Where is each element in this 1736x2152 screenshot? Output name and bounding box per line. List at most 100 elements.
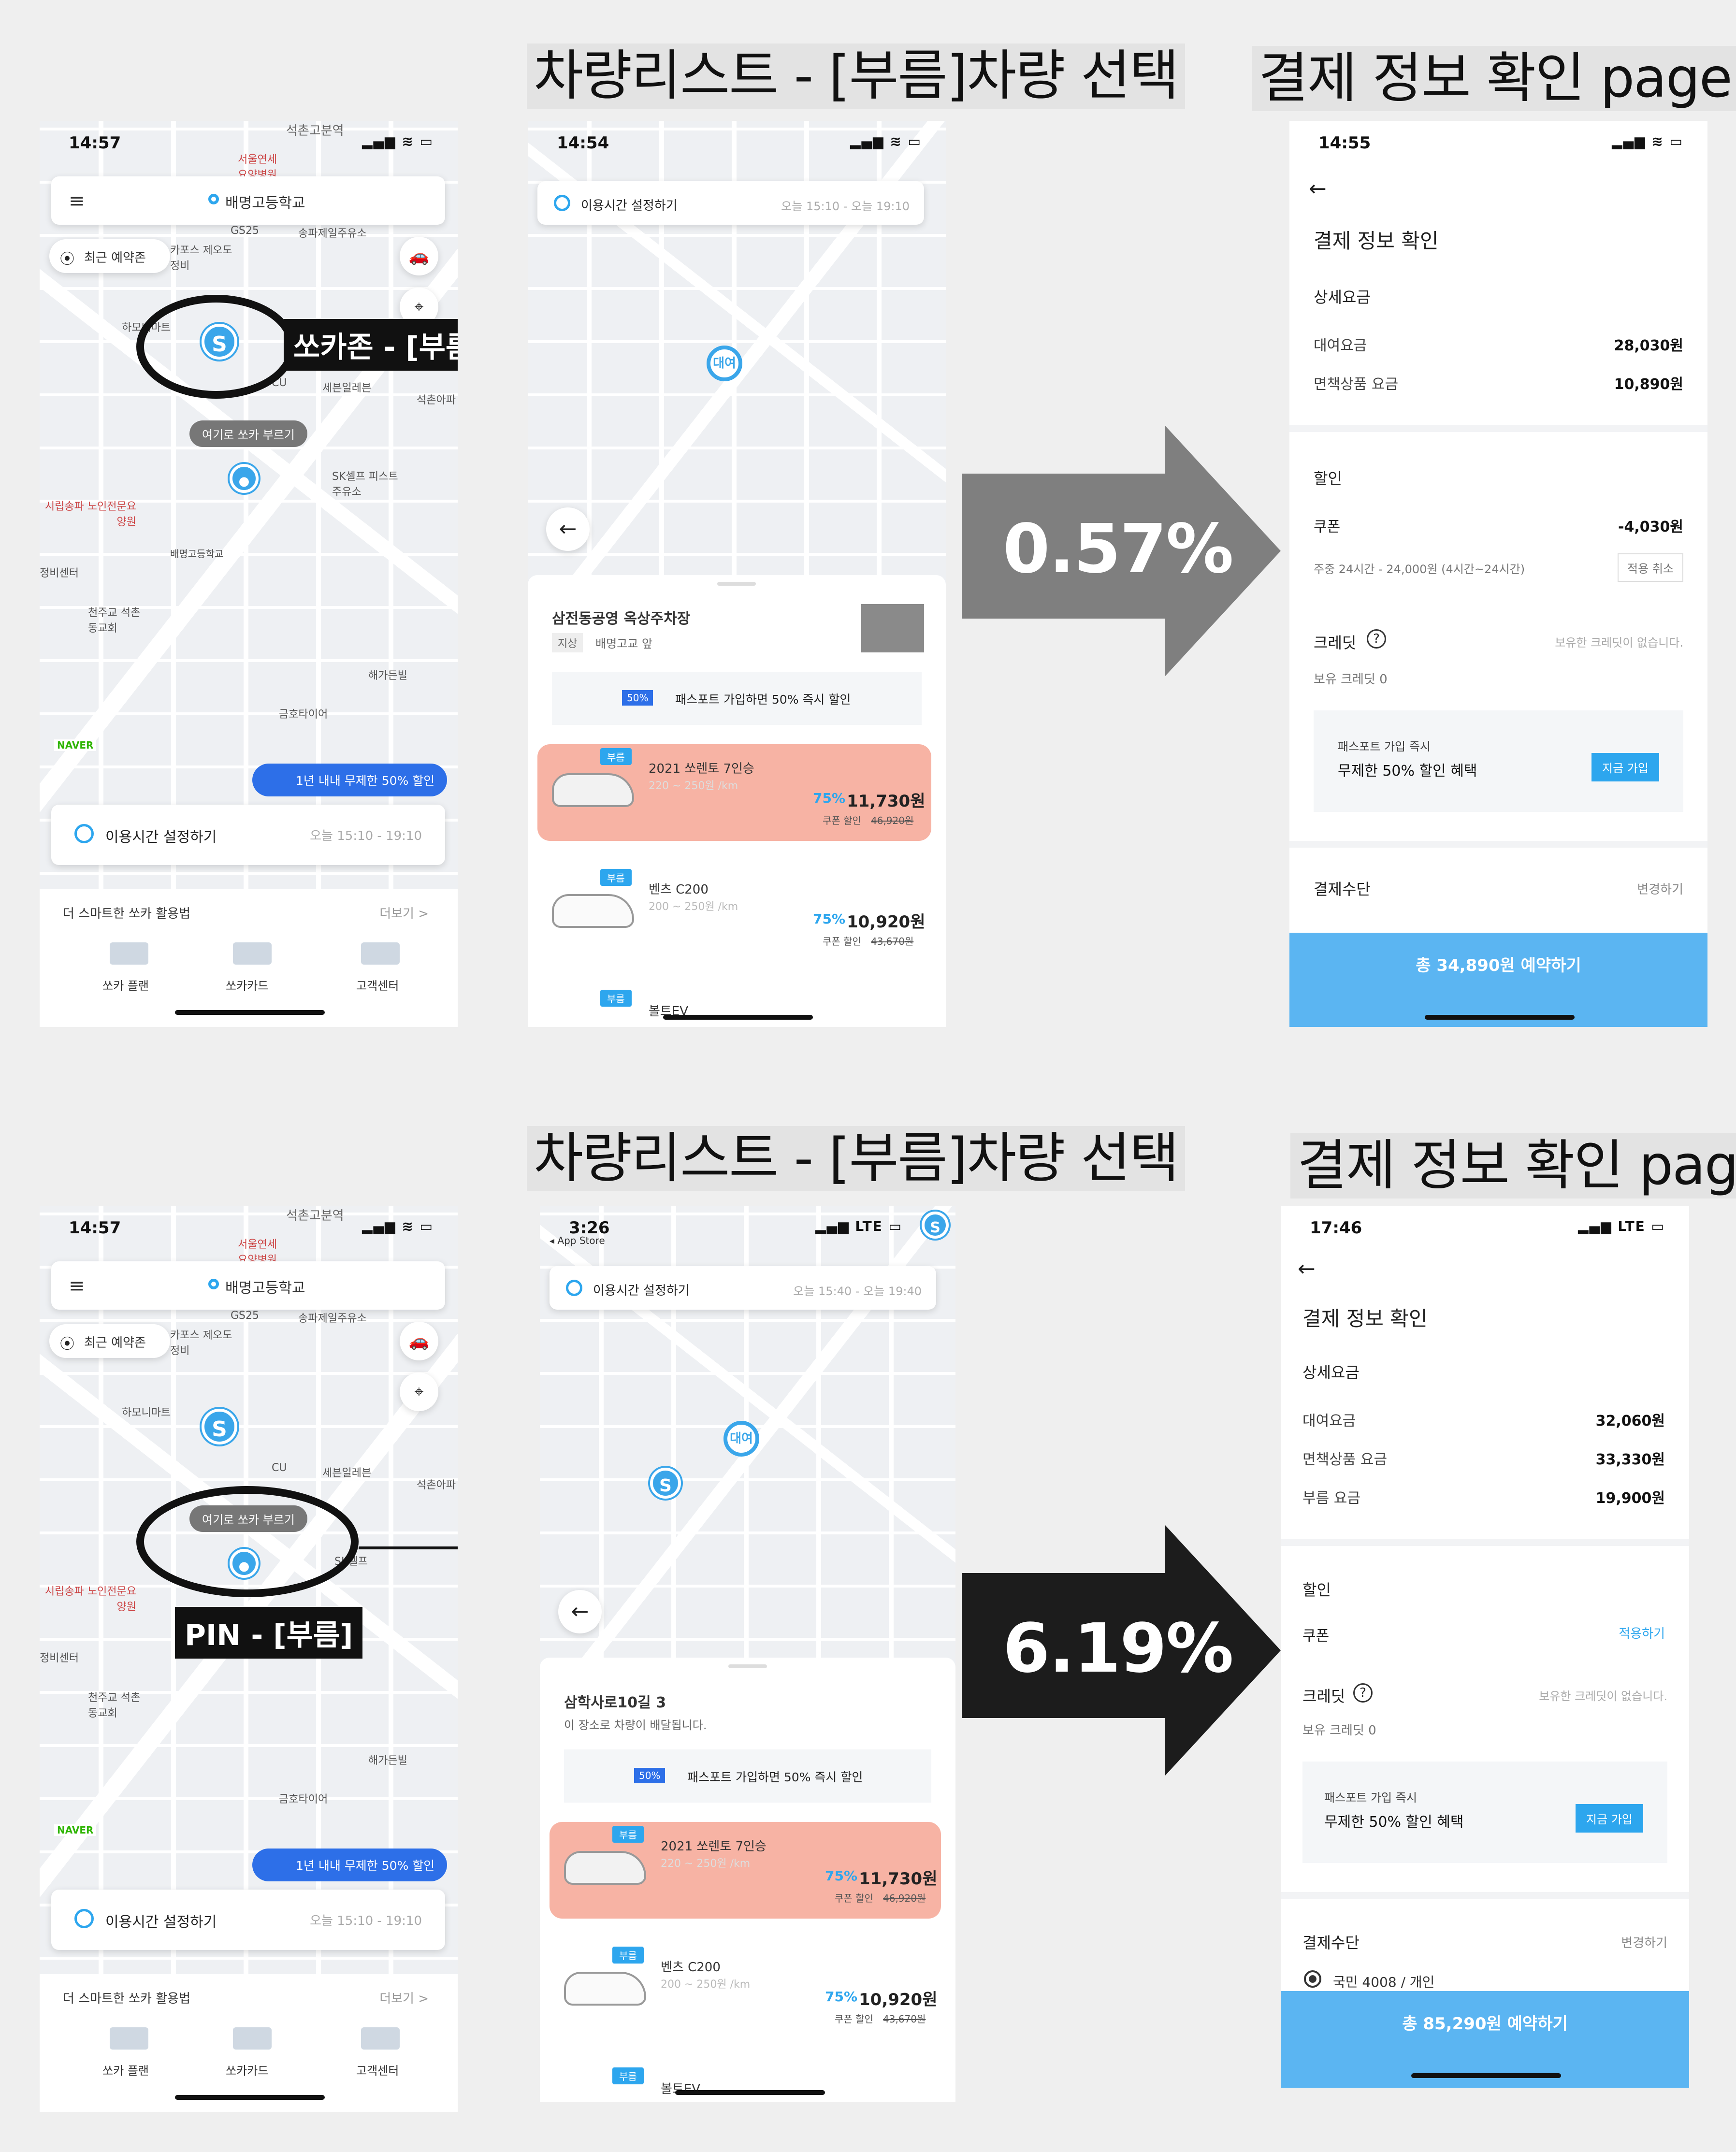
locate-me-button[interactable]: ⌖ <box>400 1372 438 1411</box>
back-to-app-store[interactable]: ◂ App Store <box>550 1235 605 1246</box>
join-now-button[interactable]: 지금 가입 <box>1591 753 1659 781</box>
join-now-button[interactable]: 지금 가입 <box>1576 1804 1643 1833</box>
car-name: 벤츠 C200 <box>649 882 709 897</box>
back-arrow-icon[interactable]: ← <box>1309 176 1327 201</box>
car-row[interactable]: 부름 볼트EV <box>550 2064 941 2102</box>
car-row-highlighted[interactable]: 부름 2021 쏘렌토 7인승 220 ~ 250원 /km 75% 11,73… <box>537 744 931 841</box>
pass-text: 패스포트 가입하면 50% 즉시 할인 <box>675 693 851 707</box>
car-image <box>552 894 634 928</box>
pass-banner[interactable]: 50% 패스포트 가입하면 50% 즉시 할인 <box>564 1749 931 1803</box>
usage-label: 이용시간 설정하기 <box>105 1914 217 1931</box>
map-label: 카포스 제오도정비 <box>170 245 232 272</box>
location-dot-icon <box>208 1279 219 1289</box>
divider <box>1289 841 1707 848</box>
menu-card[interactable]: 쏘카카드 <box>226 2061 268 2078</box>
sheet-handle[interactable] <box>717 582 756 586</box>
back-arrow-icon[interactable]: ← <box>1298 1257 1316 1281</box>
sheet-handle[interactable] <box>728 1664 767 1668</box>
map-label: 송파제일주유소 <box>298 228 367 240</box>
search-bar[interactable]: ≡ 배명고등학교 <box>51 1261 445 1310</box>
socar-zone-pin[interactable]: S <box>202 324 237 360</box>
promo-banner[interactable]: 1년 내내 무제한 50% 할인 <box>252 764 448 796</box>
reserve-button[interactable]: 총 34,890원 예약하기 <box>1289 933 1707 1027</box>
usage-time-bar[interactable]: 이용시간 설정하기 오늘 15:10 - 19:10 <box>51 805 445 865</box>
hamburger-icon[interactable]: ≡ <box>69 1275 85 1297</box>
coupon-cancel-button[interactable]: 적용 취소 <box>1618 553 1683 582</box>
credit-label: 크레딧 <box>1302 1687 1345 1705</box>
call-tag: 부름 <box>612 2067 644 2084</box>
car-list-screen-bottom: 3:26 ▂▄▆ LTE ▭ ◂ App Store S 이용시간 설정하기 오늘… <box>540 1206 955 2102</box>
callout-oval <box>136 1486 359 1597</box>
hamburger-icon[interactable]: ≡ <box>69 190 85 212</box>
chat-icon[interactable] <box>361 2027 400 2050</box>
car-name: 2021 쏘렌토 7인승 <box>649 762 754 776</box>
pass-title: 패스포트 가입 즉시 <box>1338 740 1431 753</box>
home-indicator <box>175 2095 325 2100</box>
callout-label: PIN - [부름] <box>175 1607 363 1659</box>
call-pin[interactable]: ● <box>230 464 259 493</box>
change-method-link[interactable]: 변경하기 <box>1637 880 1683 897</box>
back-button[interactable]: ← <box>558 1590 602 1633</box>
search-bar[interactable]: ≡ 배명고등학교 <box>51 176 445 225</box>
call-here-pill[interactable]: 여기로 쏘카 부르기 <box>189 1505 307 1532</box>
car-row[interactable]: 부름 벤츠 C200 200 ~ 250원 /km 75% 10,920원 쿠폰… <box>550 1943 941 2039</box>
promo-banner[interactable]: 1년 내내 무제한 50% 할인 <box>252 1849 448 1881</box>
radio-selected-icon[interactable] <box>1304 1970 1321 1988</box>
rental-pin[interactable]: 대여 <box>723 1421 759 1457</box>
back-button[interactable]: ← <box>546 507 590 551</box>
usage-time-bar[interactable]: 이용시간 설정하기 오늘 15:10 - 오늘 19:10 <box>537 181 924 225</box>
smart-title: 더 스마트한 쏘카 활용법 <box>63 907 190 921</box>
help-icon[interactable]: ? <box>1353 1683 1373 1703</box>
recent-button[interactable]: ⦿ 최근 예약존 <box>49 239 170 273</box>
price: 11,730원 <box>847 792 926 811</box>
menu-card[interactable]: 쏘카카드 <box>226 976 268 993</box>
section-detail: 상세요금 <box>1302 1363 1360 1382</box>
call-here-pill[interactable]: 여기로 쏘카 부르기 <box>189 420 307 447</box>
section-discount: 할인 <box>1314 469 1342 488</box>
heading-pay-top: 결제 정보 확인 page <box>1252 46 1736 112</box>
car-image <box>564 1972 646 2006</box>
place-name: 삼전동공영 옥상주차장 <box>552 610 691 627</box>
menu-support[interactable]: 고객센터 <box>356 976 399 993</box>
car-row[interactable]: 부름 벤츠 C200 200 ~ 250원 /km 75% 10,920원 쿠폰… <box>537 865 931 962</box>
car-row-highlighted[interactable]: 부름 2021 쏘렌토 7인승 220 ~ 250원 /km 75% 11,73… <box>550 1822 941 1919</box>
usage-time: 오늘 15:40 - 오늘 19:40 <box>793 1285 922 1298</box>
usage-time-bar[interactable]: 이용시간 설정하기 오늘 15:10 - 19:10 <box>51 1890 445 1950</box>
card-label[interactable]: 국민 4008 / 개인 <box>1333 1972 1434 1991</box>
rental-pin[interactable]: 대여 <box>707 346 742 381</box>
pass-banner[interactable]: 50% 패스포트 가입하면 50% 즉시 할인 <box>552 672 922 725</box>
car-search-button[interactable]: 🚗 <box>400 237 438 275</box>
coupon-label: 쿠폰 할인 <box>835 1892 873 1904</box>
car-search-button[interactable]: 🚗 <box>400 1322 438 1360</box>
socar-zone-pin[interactable]: S <box>202 1409 237 1444</box>
call-pin[interactable]: ● <box>230 1549 259 1578</box>
more-link[interactable]: 더보기 > <box>379 904 429 922</box>
smart-title: 더 스마트한 쏘카 활용법 <box>63 1992 190 2006</box>
more-link[interactable]: 더보기 > <box>379 1989 429 2007</box>
usage-time-bar[interactable]: 이용시간 설정하기 오늘 15:40 - 오늘 19:40 <box>550 1266 936 1310</box>
socar-zone-pin[interactable]: S <box>922 1212 949 1239</box>
map-label: CU <box>272 1462 287 1474</box>
menu-plan[interactable]: 쏘카 플랜 <box>102 2061 149 2078</box>
card-icon[interactable] <box>233 2027 272 2050</box>
clock-icon <box>566 1280 582 1296</box>
chat-icon[interactable] <box>361 942 400 965</box>
recent-button[interactable]: ⦿ 최근 예약존 <box>49 1324 170 1358</box>
help-icon[interactable]: ? <box>1367 629 1386 649</box>
menu-support[interactable]: 고객센터 <box>356 2061 399 2078</box>
menu-plan[interactable]: 쏘카 플랜 <box>102 976 149 993</box>
place-photo[interactable] <box>861 604 924 652</box>
socar-zone-pin[interactable]: S <box>650 1468 681 1499</box>
call-tag: 부름 <box>600 748 632 765</box>
calendar-icon[interactable] <box>110 942 148 965</box>
recent-label: 최근 예약존 <box>84 1336 146 1350</box>
card-icon[interactable] <box>233 942 272 965</box>
price: 10,920원 <box>859 1990 938 2009</box>
page-title: 결제 정보 확인 <box>1302 1307 1428 1330</box>
calendar-icon[interactable] <box>110 2027 148 2050</box>
divider <box>1289 425 1707 432</box>
conversion-rate: 6.19% <box>1003 1609 1234 1688</box>
fee-row: 면책상품 요금 33,330원 <box>1302 1451 1665 1468</box>
change-method-link[interactable]: 변경하기 <box>1621 1933 1667 1951</box>
payment-method-label: 결제수단 <box>1314 880 1371 898</box>
